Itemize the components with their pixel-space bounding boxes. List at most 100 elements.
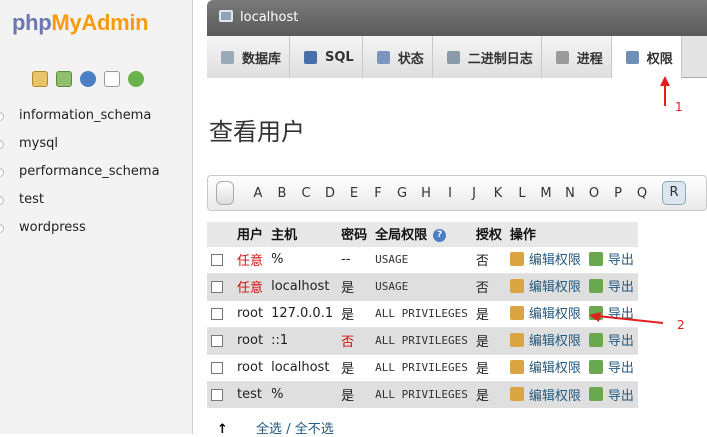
server-icon (219, 10, 233, 22)
letter-filter-link[interactable]: C (294, 186, 318, 201)
letter-filter-link[interactable]: I (438, 186, 462, 201)
row-checkbox[interactable] (211, 253, 223, 266)
export-label: 导出 (607, 280, 634, 296)
docs-icon[interactable] (104, 71, 120, 87)
tab-2[interactable]: 状态 (362, 36, 433, 78)
gear-icon (555, 50, 569, 64)
select-all-link[interactable]: 全选 (256, 422, 282, 437)
edit-privileges-link[interactable]: 编辑权限 (509, 385, 581, 404)
users-table: 用户 主机 密码 全局权限? 授权 操作 任意% -- USAGE 否编辑权限 导出 任意… (207, 222, 638, 408)
letter-filter-link[interactable]: G (390, 186, 414, 201)
password-cell: 否 (337, 326, 372, 354)
edit-privileges-label: 编辑权限 (528, 307, 581, 323)
help-icon[interactable]: ? (433, 229, 447, 243)
edit-privileges-link[interactable]: 编辑权限 (509, 249, 581, 268)
export-link[interactable]: 导出 (588, 276, 634, 296)
header-password: 密码 (337, 222, 372, 246)
tab-0[interactable]: 数据库 (207, 36, 291, 78)
row-checkbox-cell (207, 380, 233, 408)
database-item[interactable]: test (0, 186, 160, 214)
export-link[interactable]: 导出 (588, 249, 634, 268)
export-link[interactable]: 导出 (588, 357, 634, 377)
letter-filter-link[interactable]: Q (630, 186, 654, 201)
table-row: root::1 否 ALL PRIVILEGES 是 编辑权限 导出 (207, 326, 638, 354)
letter-filter-link[interactable]: D (318, 186, 342, 201)
database-item[interactable]: mysql (0, 130, 160, 158)
export-link[interactable]: 导出 (588, 303, 634, 323)
help-icon[interactable] (80, 71, 96, 87)
password-cell: 是 (337, 353, 372, 381)
database-item[interactable]: wordpress (0, 214, 160, 242)
tab-label: 权限 (646, 51, 673, 67)
page-title: 查看用户 (209, 118, 305, 146)
tab-4[interactable]: 进程 (541, 36, 612, 78)
home-icon[interactable] (32, 71, 48, 87)
database-bullet-icon (0, 167, 4, 177)
letter-filter-link[interactable]: O (582, 186, 606, 201)
row-checkbox[interactable] (211, 307, 223, 320)
database-item[interactable]: information_schema (0, 102, 160, 130)
database-bullet-icon (0, 195, 4, 205)
letter-filter-link[interactable]: M (534, 186, 558, 201)
row-checkbox[interactable] (211, 361, 223, 374)
edit-privileges-link[interactable]: 编辑权限 (509, 357, 581, 376)
database-item[interactable]: performance_schema (0, 158, 160, 186)
tab-label: 二进制日志 (467, 51, 533, 67)
tab-1[interactable]: SQL (290, 36, 363, 78)
letter-filter-link[interactable]: E (342, 186, 366, 201)
server-breadcrumb-bar: localhost (207, 0, 707, 36)
export-link[interactable]: 导出 (588, 330, 634, 349)
user-cell: root (233, 353, 268, 381)
tab-5[interactable]: 权限 (611, 36, 682, 79)
row-checkbox[interactable] (211, 388, 223, 401)
edit-privileges-link[interactable]: 编辑权限 (509, 330, 581, 349)
phpmyadmin-logo[interactable]: phpMyAdmin (12, 10, 149, 36)
export-label: 导出 (607, 307, 634, 323)
password-cell: 是 (337, 299, 372, 327)
letter-filter-link[interactable]: F (366, 186, 390, 201)
letter-filter-link[interactable]: B (270, 186, 294, 201)
export-icon (588, 387, 603, 401)
show-all-button[interactable] (216, 181, 234, 205)
database-bullet-icon (0, 139, 4, 149)
reload-icon[interactable] (128, 71, 144, 87)
password-cell: -- (337, 245, 372, 273)
row-checkbox[interactable] (211, 280, 223, 293)
navigation-sidebar: phpMyAdmin information_schema mysql perfor… (0, 0, 193, 434)
main-content: localhost 数据库 SQL 状态 二进制日志 进程 权限 查看用户 ABCDEFG… (195, 0, 707, 437)
tab-3[interactable]: 二进制日志 (432, 36, 542, 78)
logout-icon[interactable] (56, 71, 72, 87)
table-footer: ↑ 全选 / 全不选 (217, 418, 334, 437)
letter-filter-link[interactable]: K (486, 186, 510, 201)
table-row: 任意 localhost 是 USAGE 否 编辑权限 导出 (207, 272, 638, 300)
letter-filter-link[interactable]: A (246, 186, 270, 201)
row-checkbox[interactable] (211, 334, 223, 347)
grant-cell: 是 (471, 299, 506, 327)
action-cell: 编辑权限 导出 (505, 326, 638, 354)
export-label: 导出 (607, 361, 634, 377)
letter-filter-link[interactable]: P (606, 186, 630, 201)
database-name: performance_schema (19, 164, 160, 179)
letter-filter-link[interactable]: H (414, 186, 438, 201)
row-checkbox-cell (207, 353, 233, 381)
letter-filter-link[interactable]: N (558, 186, 582, 201)
edit-privileges-link[interactable]: 编辑权限 (509, 303, 581, 323)
table-row: test% 是 ALL PRIVILEGES 是编辑权限 导出 (207, 380, 638, 408)
export-icon (588, 251, 603, 266)
letter-filter-link[interactable]: L (510, 186, 534, 201)
table-row: root localhost 是 ALL PRIVILEGES 是编辑权限 导出 (207, 353, 638, 381)
edit-privileges-link[interactable]: 编辑权限 (509, 276, 581, 295)
action-cell: 编辑权限 导出 (505, 245, 638, 273)
global-privileges-cell: ALL PRIVILEGES (371, 353, 472, 381)
letter-filter-link[interactable]: J (462, 186, 486, 201)
password-cell: 是 (337, 272, 372, 300)
table-header-row: 用户 主机 密码 全局权限? 授权 操作 (207, 222, 638, 246)
database-list: information_schema mysql performance_schem… (0, 102, 160, 242)
annotation-label-1: 1 (675, 100, 683, 114)
server-name[interactable]: localhost (240, 10, 298, 25)
deselect-all-link[interactable]: 全不选 (295, 422, 334, 437)
letter-filter-link[interactable]: R (662, 181, 686, 205)
database-name: test (19, 192, 44, 207)
export-link[interactable]: 导出 (588, 385, 634, 404)
user-cell: root (233, 299, 268, 327)
